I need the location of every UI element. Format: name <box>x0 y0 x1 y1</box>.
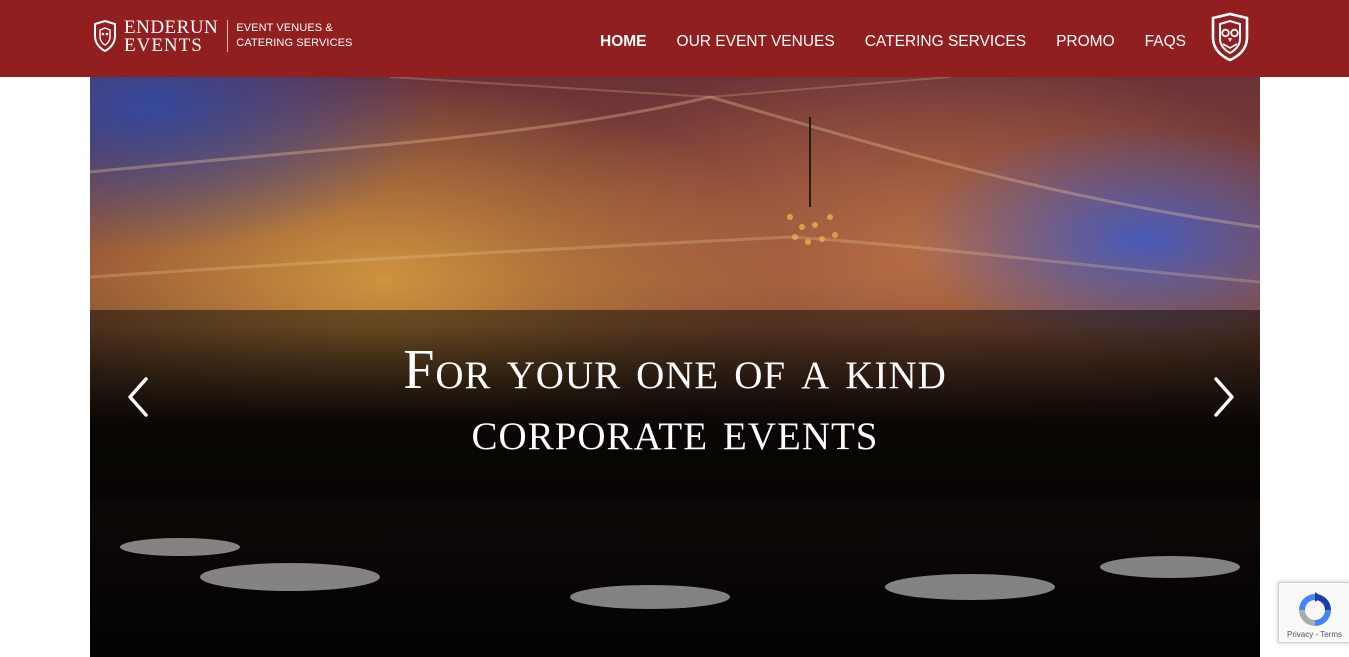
brand-tagline: EVENT VENUES & CATERING SERVICES <box>236 21 352 51</box>
tagline-line1: EVENT VENUES & <box>236 22 333 34</box>
recaptcha-icon <box>1299 592 1331 626</box>
chevron-left-icon[interactable] <box>122 375 152 419</box>
brand-line2: EVENTS <box>124 34 203 56</box>
hero-slider[interactable]: For your one of a kind corporate events <box>90 77 1260 657</box>
site-logo[interactable]: ENDERUN EVENTS EVENT VENUES & CATERING S… <box>92 18 353 55</box>
top-navbar: ENDERUN EVENTS EVENT VENUES & CATERING S… <box>0 0 1349 77</box>
nav-catering-services[interactable]: CATERING SERVICES <box>865 33 1026 51</box>
caption-line1: For your one of a kind <box>403 339 947 401</box>
nav-faqs[interactable]: FAQS <box>1145 33 1186 51</box>
owl-shield-icon[interactable] <box>1209 12 1251 62</box>
nav-home[interactable]: HOME <box>600 33 647 51</box>
tagline-line2: CATERING SERVICES <box>236 37 353 49</box>
hero-caption: For your one of a kind corporate events <box>90 340 1260 462</box>
logo-divider <box>227 20 229 52</box>
recaptcha-links[interactable]: Privacy - Terms <box>1279 630 1349 639</box>
chevron-right-icon[interactable] <box>1210 375 1240 419</box>
brand-line1: ENDERUN <box>124 16 219 38</box>
caption-line2: corporate events <box>471 400 879 462</box>
recaptcha-badge[interactable]: Privacy - Terms <box>1278 582 1349 643</box>
main-nav: HOME OUR EVENT VENUES CATERING SERVICES … <box>570 0 1186 83</box>
brand-name: ENDERUN EVENTS <box>124 18 218 55</box>
nav-event-venues[interactable]: OUR EVENT VENUES <box>677 33 835 51</box>
shield-logo-icon <box>94 20 116 52</box>
nav-promo[interactable]: PROMO <box>1056 33 1115 51</box>
